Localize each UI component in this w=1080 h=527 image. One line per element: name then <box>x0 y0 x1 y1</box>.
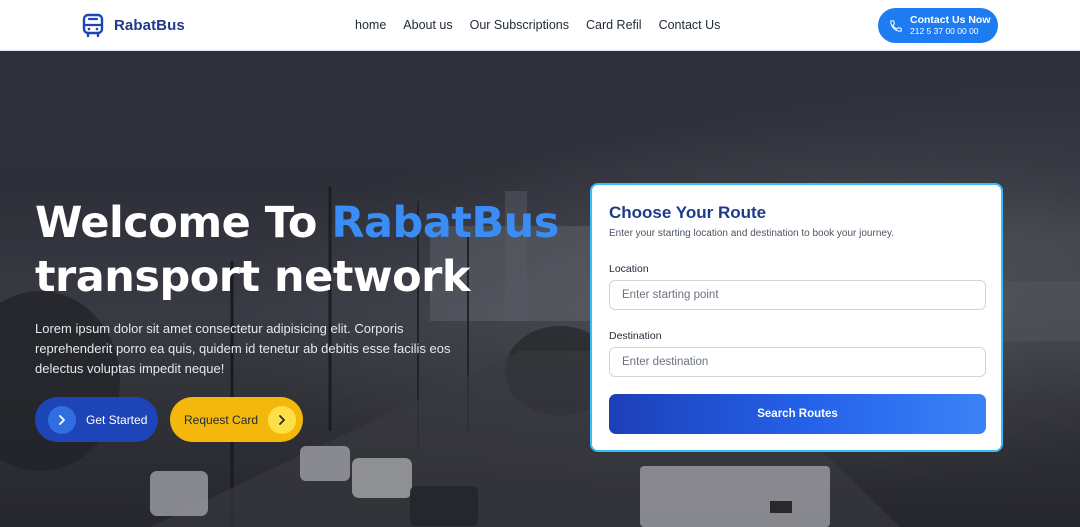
chevron-right-icon <box>279 414 285 425</box>
destination-input[interactable] <box>609 347 986 377</box>
location-label: Location <box>609 263 649 275</box>
navbar: RabatBus home About us Our Subscriptions… <box>0 0 1080 51</box>
contact-phone: 212 5 37 00 00 00 <box>910 25 979 36</box>
search-routes-button[interactable]: Search Routes <box>609 394 986 434</box>
hero-title-accent: RabatBus <box>331 198 559 248</box>
get-started-button[interactable]: Get Started <box>35 397 158 442</box>
nav-subscriptions[interactable]: Our Subscriptions <box>470 18 569 32</box>
nav-card-refil[interactable]: Card Refil <box>586 18 642 32</box>
hero-title-part1: Welcome To <box>35 198 332 248</box>
brand-name: RabatBus <box>114 16 185 34</box>
route-card: Choose Your Route Enter your starting lo… <box>590 183 1003 452</box>
nav-about[interactable]: About us <box>403 18 452 32</box>
bus-icon <box>82 13 104 38</box>
phone-icon <box>890 19 902 32</box>
location-input[interactable] <box>609 280 986 310</box>
nav-contact[interactable]: Contact Us <box>659 18 721 32</box>
request-card-button[interactable]: Request Card <box>170 397 303 442</box>
contact-now-label: Contact Us Now <box>910 14 991 27</box>
hero-section: Welcome To RabatBus transport network Lo… <box>0 51 1080 527</box>
hero-title: Welcome To RabatBus transport network <box>35 196 559 304</box>
hero-description: Lorem ipsum dolor sit amet consectetur a… <box>35 321 451 376</box>
nav-home[interactable]: home <box>355 18 386 32</box>
route-card-subtitle: Enter your starting location and destina… <box>609 228 894 239</box>
request-card-arrow-circle <box>268 405 297 434</box>
destination-label: Destination <box>609 330 662 342</box>
chevron-right-icon <box>59 414 65 425</box>
hero-title-part2: transport network <box>35 252 470 302</box>
request-card-label: Request Card <box>184 412 259 427</box>
get-started-label: Get Started <box>86 412 148 427</box>
get-started-arrow-circle <box>48 405 76 434</box>
route-card-title: Choose Your Route <box>609 203 767 222</box>
logo[interactable]: RabatBus <box>80 12 185 38</box>
nav-links: home About us Our Subscriptions Card Ref… <box>355 18 720 32</box>
contact-now-button[interactable]: Contact Us Now 212 5 37 00 00 00 <box>878 8 998 43</box>
